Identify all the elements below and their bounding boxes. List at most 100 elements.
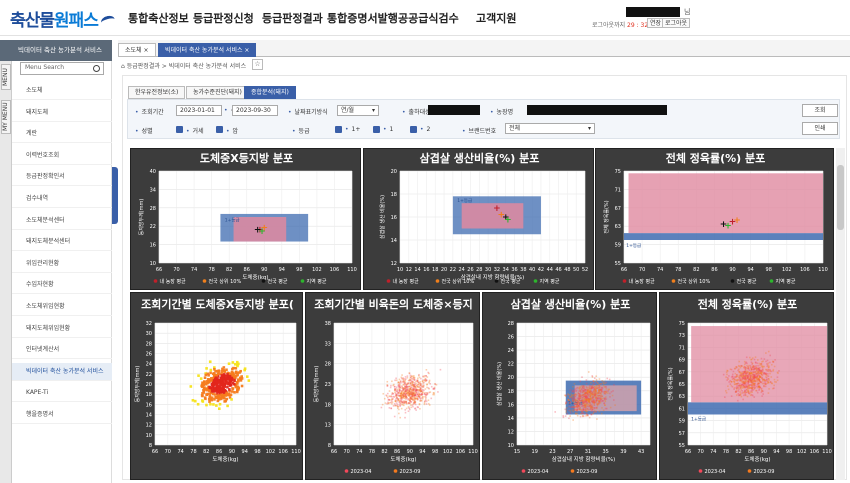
data-point	[565, 402, 567, 405]
x-tick-label: 27	[567, 449, 573, 455]
data-point	[735, 366, 737, 368]
data-point	[767, 377, 770, 380]
nav-school-meal[interactable]: 공공급식검수	[398, 10, 459, 26]
favorite-star-icon[interactable]: ☆	[252, 59, 263, 70]
sidebar-item[interactable]: 돼지도체분석센터	[12, 233, 112, 252]
brand-select[interactable]: 전체 ▾	[505, 123, 595, 134]
scrollbar-thumb[interactable]	[837, 165, 844, 230]
data-point	[423, 400, 426, 403]
data-point	[409, 393, 412, 396]
legend-label: 전국 평균	[268, 278, 288, 285]
data-point	[398, 388, 401, 391]
data-point	[411, 375, 413, 377]
sidebar-item[interactable]: 수입자현황	[12, 276, 112, 295]
legend-swatch	[261, 279, 266, 283]
x-tick-label: 20	[441, 267, 447, 273]
checkbox-female[interactable]	[216, 126, 223, 133]
sidebar-item[interactable]: 소도체	[12, 82, 112, 100]
sidebar-item[interactable]: 빅데이터 축산 농가분석 서비스	[12, 362, 112, 381]
x-axis-label: 도체중(kg)	[390, 455, 416, 463]
data-point	[578, 394, 581, 396]
checkbox-grade-1[interactable]	[373, 126, 380, 133]
vtab-my-menu[interactable]: MY MENU	[1, 100, 11, 134]
data-point	[426, 386, 428, 389]
data-point	[756, 367, 759, 370]
sidebar-item[interactable]: 이력번호조회	[12, 147, 112, 165]
x-tick-label: 90	[229, 449, 235, 455]
data-point	[592, 384, 594, 387]
x-tick-label: 66	[156, 267, 162, 273]
tab-carcass[interactable]: 소도체 ×	[118, 43, 156, 57]
sidebar-item[interactable]: 인터넷계산서	[12, 341, 112, 360]
data-point	[429, 391, 432, 393]
sidebar-item[interactable]: 돼지도체	[12, 104, 112, 122]
search-button[interactable]: 조회	[802, 104, 838, 117]
sidebar-title: 빅데이터 축산 농가분석 서비스	[18, 46, 102, 54]
subtab-comprehensive[interactable]: 종합분석(돼지)	[244, 86, 296, 99]
data-point	[216, 399, 220, 403]
data-point	[757, 372, 760, 374]
data-point	[230, 398, 233, 401]
data-point	[605, 396, 607, 398]
x-tick-label: 106	[330, 267, 340, 273]
sidebar-item[interactable]: 소도체분석센터	[12, 212, 112, 230]
date-to-input[interactable]: 2023-09-30	[232, 105, 278, 116]
data-point	[409, 379, 412, 381]
nav-grading-result[interactable]: 등급판정결과	[262, 10, 323, 26]
search-icon[interactable]	[93, 65, 100, 72]
data-point	[419, 381, 422, 383]
logout-button[interactable]: 로그아웃	[662, 18, 691, 28]
sidebar-item[interactable]: 소도체위임현황	[12, 298, 112, 316]
x-tick-label: 102	[797, 449, 807, 455]
legend-label: 전국 상위 10%	[678, 278, 711, 285]
checkbox-grade-1plus[interactable]	[335, 126, 342, 133]
menu-search-input[interactable]: Menu Search	[20, 62, 104, 75]
data-point	[236, 382, 239, 385]
close-icon[interactable]: ×	[143, 47, 148, 54]
date-method-select[interactable]: 연/월 ▾	[337, 105, 379, 116]
x-tick-label: 102	[782, 267, 792, 273]
sidebar-item[interactable]: 계란	[12, 125, 112, 144]
subtab-farm-level[interactable]: 농가수준진단(돼지)	[186, 86, 249, 99]
sidebar-collapse-handle[interactable]	[112, 167, 118, 224]
sidebar-item[interactable]: 위임관리현황	[12, 255, 112, 273]
data-point	[766, 359, 769, 362]
data-point	[587, 371, 590, 373]
sidebar-item[interactable]: 등급판정확인서	[12, 168, 112, 187]
y-tick-label: 55	[679, 443, 685, 449]
nav-support[interactable]: 고객지원	[476, 10, 516, 26]
date-from-input[interactable]: 2023-01-01	[176, 105, 222, 116]
data-point	[386, 380, 389, 383]
data-point	[591, 375, 594, 377]
sidebar-item[interactable]: 돼지도체위임현황	[12, 320, 112, 338]
tab-bigdata-analysis[interactable]: 빅데이터 축산 농가분석 서비스 ×	[158, 43, 257, 57]
site-logo[interactable]: 축산물원패스	[10, 6, 116, 31]
data-point	[205, 403, 208, 407]
checkbox-castrated[interactable]	[176, 126, 183, 133]
data-point	[754, 367, 757, 370]
vtab-menu[interactable]: MENU	[1, 64, 11, 90]
y-tick-label: 34	[150, 187, 156, 193]
data-point	[219, 376, 223, 380]
checkbox-grade-2[interactable]	[410, 126, 417, 133]
subtab-hanwoo[interactable]: 한우유전정보(소)	[128, 86, 186, 99]
close-icon[interactable]: ×	[244, 47, 249, 54]
nav-certificate[interactable]: 통합증명서발행	[327, 10, 398, 26]
data-point	[737, 390, 739, 392]
sidebar-item[interactable]: KAPE-Ti	[12, 384, 112, 403]
data-point	[239, 369, 242, 373]
data-point	[730, 376, 733, 378]
sidebar-item[interactable]: 검수내역	[12, 190, 112, 208]
home-icon[interactable]: ⌂	[121, 63, 125, 70]
nav-grading-request[interactable]: 등급판정신청	[193, 10, 254, 26]
data-point	[582, 415, 585, 417]
sidebar-item[interactable]: 행을증명서	[12, 406, 112, 424]
print-button[interactable]: 인쇄	[802, 122, 838, 135]
nav-livestock-info[interactable]: 통합축산정보	[128, 10, 189, 26]
data-point	[578, 388, 581, 390]
data-point	[765, 378, 768, 381]
data-point	[764, 385, 767, 388]
data-point	[773, 365, 776, 368]
data-point	[753, 378, 756, 381]
x-tick-label: 42	[538, 267, 544, 273]
